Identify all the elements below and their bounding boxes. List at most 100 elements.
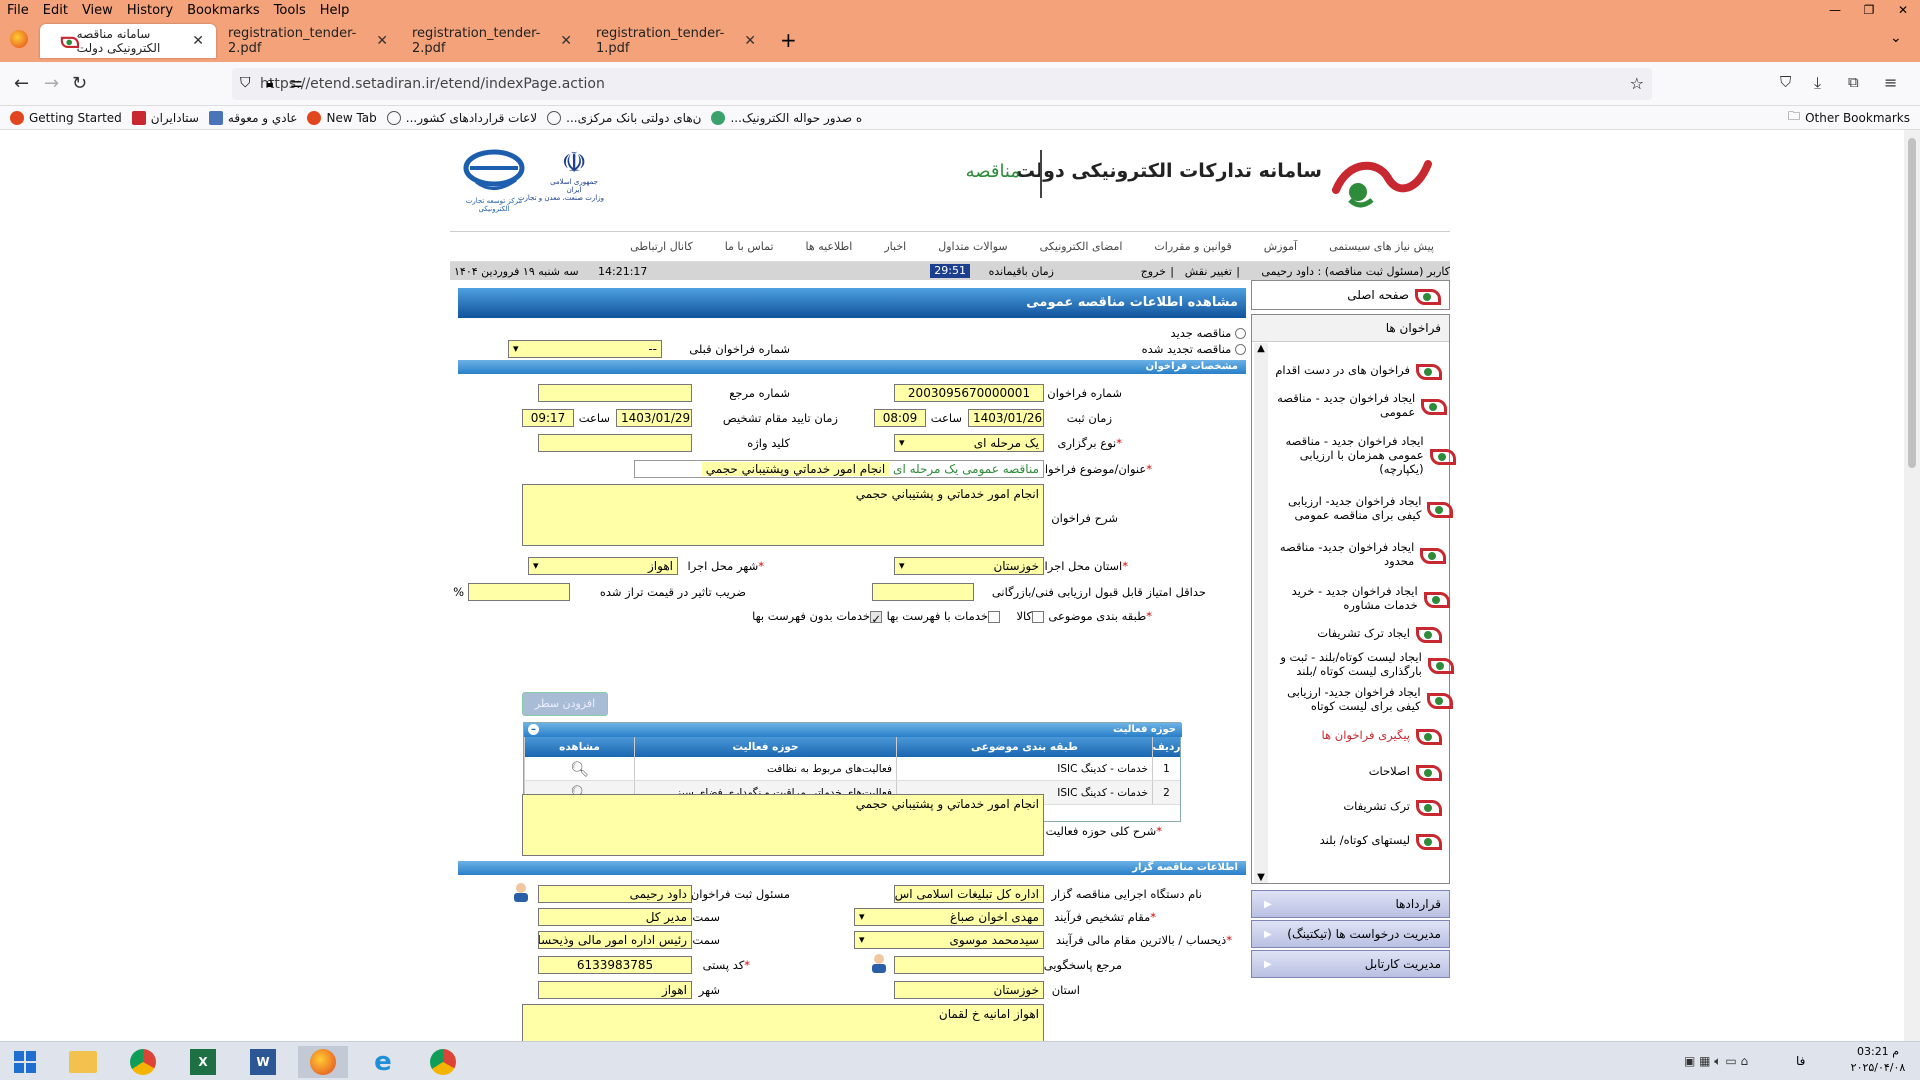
sidebar-item-amendments[interactable]: اصلاحات <box>1268 753 1448 789</box>
keyword-field[interactable] <box>538 434 692 452</box>
other-bookmarks[interactable]: 🗀 Other Bookmarks <box>1788 107 1910 128</box>
tray-clock[interactable]: 03:21 م ۲۰۲۵/۰۴/۰۸ <box>1842 1044 1914 1076</box>
sidebar-ticketing[interactable]: مدیریت درخواست ها (تیکتینگ) ▶ <box>1251 920 1450 948</box>
taskbar-excel[interactable]: X <box>178 1046 228 1078</box>
minimize-icon[interactable]: — <box>1818 0 1852 20</box>
menu-bookmarks[interactable]: Bookmarks <box>180 3 267 18</box>
tab-pdf-3[interactable]: registration_tender-1.pdf ✕ <box>584 24 768 58</box>
cat-services-price[interactable]: خدمات با فهرست بها <box>887 609 1000 623</box>
checkbox-icon[interactable] <box>988 610 1000 623</box>
bookmark-adi[interactable]: عادي و معوقه <box>208 110 297 125</box>
taskbar-word[interactable]: W <box>238 1046 288 1078</box>
beneficiary-select[interactable]: سیدمحمد موسوی <box>854 931 1044 949</box>
postal-field[interactable]: 6133983785 <box>538 956 692 974</box>
close-tab-icon[interactable]: ✕ <box>744 33 756 49</box>
bookmark-contracts[interactable]: ...لاعات قراردادهای کشور <box>386 110 537 125</box>
address-textarea[interactable]: اهواز امانیه خ لقمان <box>522 1004 1044 1041</box>
nav-channel[interactable]: کانال ارتباطی <box>630 240 693 253</box>
restore-icon[interactable]: ❐ <box>1852 0 1886 20</box>
reg-date-field[interactable]: 1403/01/26 <box>968 409 1044 427</box>
bookmark-setadiran[interactable]: ستادایران <box>131 110 199 125</box>
close-tab-icon[interactable]: ✕ <box>376 33 388 49</box>
menu-history[interactable]: History <box>120 3 180 18</box>
sidebar-item-shortlist[interactable]: ایجاد لیست کوتاه/بلند - ثبت و بارگذاری ل… <box>1268 647 1455 681</box>
post1-field[interactable]: مدیر کل <box>538 908 692 926</box>
permissions-icon[interactable]: ⚌ <box>290 75 303 91</box>
answer-ref-field[interactable] <box>894 956 1044 974</box>
scroll-thumb[interactable] <box>1908 138 1916 468</box>
ref-number-field[interactable] <box>538 384 692 402</box>
menu-edit[interactable]: Edit <box>36 3 75 18</box>
firefox-icon[interactable] <box>10 30 28 48</box>
scroll-down-icon[interactable]: ▼ <box>1254 872 1268 883</box>
close-tab-icon[interactable]: ✕ <box>560 33 572 49</box>
bookmark-star-icon[interactable]: ☆ <box>1630 74 1644 93</box>
sidebar-contracts[interactable]: قراردادها ▶ <box>1251 890 1450 918</box>
nav-prerequisites[interactable]: پیش نیاز های سیستمی <box>1329 240 1434 253</box>
menu-tools[interactable]: Tools <box>267 3 313 18</box>
close-tab-icon[interactable]: ✕ <box>192 33 204 49</box>
sidebar-item-new-quality[interactable]: ایجاد فراخوان جدید- ارزیابی کیفی برای من… <box>1268 485 1453 531</box>
sidebar-item-new-limited[interactable]: ایجاد فراخوان جدید- مناقصه محدود <box>1268 531 1448 577</box>
impact-field[interactable] <box>468 583 570 601</box>
bookmark-e-remittance[interactable]: ...ه صدور حواله الکترونیک <box>711 110 862 125</box>
user-icon[interactable] <box>512 882 530 902</box>
tab-pdf-1[interactable]: registration_tender-2.pdf ✕ <box>216 24 400 58</box>
taskbar-firefox[interactable] <box>298 1046 348 1078</box>
nav-training[interactable]: آموزش <box>1264 240 1297 253</box>
sidebar-item-waivers[interactable]: ترک تشریفات <box>1268 789 1448 823</box>
city-select[interactable]: اهواز <box>528 557 678 575</box>
change-role-link[interactable]: تغییر نقش <box>1185 265 1232 278</box>
radio-new-tender[interactable]: مناقصه جدید <box>1171 326 1246 340</box>
subject-field[interactable]: مناقصه عمومی یک مرحله ای انجام امور خدما… <box>634 460 1044 478</box>
sidebar-item-follow-up[interactable]: پیگیری فراخوان ها <box>1268 717 1448 753</box>
download-icon[interactable]: ⤓ <box>1814 73 1821 93</box>
logout-link[interactable]: خروج <box>1141 265 1166 278</box>
sidebar-item-shortlist-quality[interactable]: ایجاد فراخوان جدید- ارزیابی کیفی برای لی… <box>1268 681 1454 717</box>
menu-view[interactable]: View <box>75 3 120 18</box>
org-field[interactable]: اداره کل تبلیغات اسلامی اس <box>894 885 1044 903</box>
reload-icon[interactable]: ↻ <box>72 73 87 94</box>
sidebar-item-new-consulting[interactable]: ایجاد فراخوان جدید - خرید خدمات مشاوره <box>1268 577 1451 619</box>
call-number-field[interactable]: 2003095670000001 <box>894 384 1044 402</box>
list-tabs-icon[interactable]: ⌄ <box>1890 30 1902 46</box>
taskbar-explorer[interactable] <box>58 1046 108 1078</box>
sidebar-scrollbar[interactable]: ▲ ▼ <box>1254 343 1268 883</box>
tray-icons[interactable]: ▣ ▦ 🔈︎ ▭ ⌂ <box>1684 1054 1748 1069</box>
approve-date-field[interactable]: 1403/01/29 <box>616 409 692 427</box>
taskbar-chrome-2[interactable] <box>418 1046 468 1078</box>
forward-icon[interactable]: → <box>44 73 59 94</box>
responsible-field[interactable]: داود رحیمی <box>538 885 692 903</box>
radio-icon[interactable] <box>1235 328 1246 339</box>
start-button[interactable] <box>0 1046 50 1078</box>
url-bar[interactable]: ⛉ 🔒︎ ⚌ https://etend.setadiran.ir/etend/… <box>232 68 1652 100</box>
province-select[interactable]: خوزستان <box>894 557 1044 575</box>
sidebar-home[interactable]: صفحه اصلی <box>1251 280 1450 310</box>
province2-field[interactable]: خوزستان <box>894 981 1044 999</box>
desc-textarea[interactable]: انجام امور خدماتي و پشتيباني حجمي <box>522 484 1044 546</box>
sidebar-item-new-integrated[interactable]: ایجاد فراخوان جدید - مناقصه عمومی همزمان… <box>1268 425 1457 485</box>
hamburger-menu-icon[interactable]: ≡ <box>1884 73 1897 92</box>
page-scrollbar[interactable] <box>1904 130 1920 1041</box>
post2-field[interactable]: رئیس اداره امور مالی وذیحسا <box>538 931 692 949</box>
nav-esign[interactable]: امضای الکترونیکی <box>1040 240 1123 253</box>
tab-etend[interactable]: سامانه مناقصه الکترونیکی دولت ✕ <box>40 24 216 58</box>
nav-announcements[interactable]: اطلاعیه ها <box>806 240 853 253</box>
collapse-icon[interactable]: – <box>528 724 539 735</box>
taskbar-chrome[interactable] <box>118 1046 168 1078</box>
checkbox-checked-icon[interactable]: ✓ <box>870 610 882 626</box>
city2-field[interactable]: اهواز <box>538 981 692 999</box>
close-window-icon[interactable]: ✕ <box>1886 0 1920 20</box>
holding-type-select[interactable]: یک مرحله ای <box>894 434 1044 452</box>
taskbar-ie[interactable]: e <box>358 1046 408 1078</box>
shield-icon[interactable]: ⛉ <box>240 75 251 91</box>
nav-laws[interactable]: قوانین و مقررات <box>1154 240 1231 253</box>
approve-hour-field[interactable]: 09:17 <box>522 409 574 427</box>
nav-news[interactable]: اخبار <box>884 240 906 253</box>
tab-pdf-2[interactable]: registration_tender-2.pdf ✕ <box>400 24 584 58</box>
menu-file[interactable]: File <box>0 3 36 18</box>
activity-desc-textarea[interactable]: انجام امور خدماتي و پشتيباني حجمي <box>522 794 1044 856</box>
cat-goods[interactable]: کالا <box>1016 609 1044 623</box>
nav-faq[interactable]: سوالات متداول <box>938 240 1007 253</box>
back-icon[interactable]: ← <box>14 73 29 94</box>
